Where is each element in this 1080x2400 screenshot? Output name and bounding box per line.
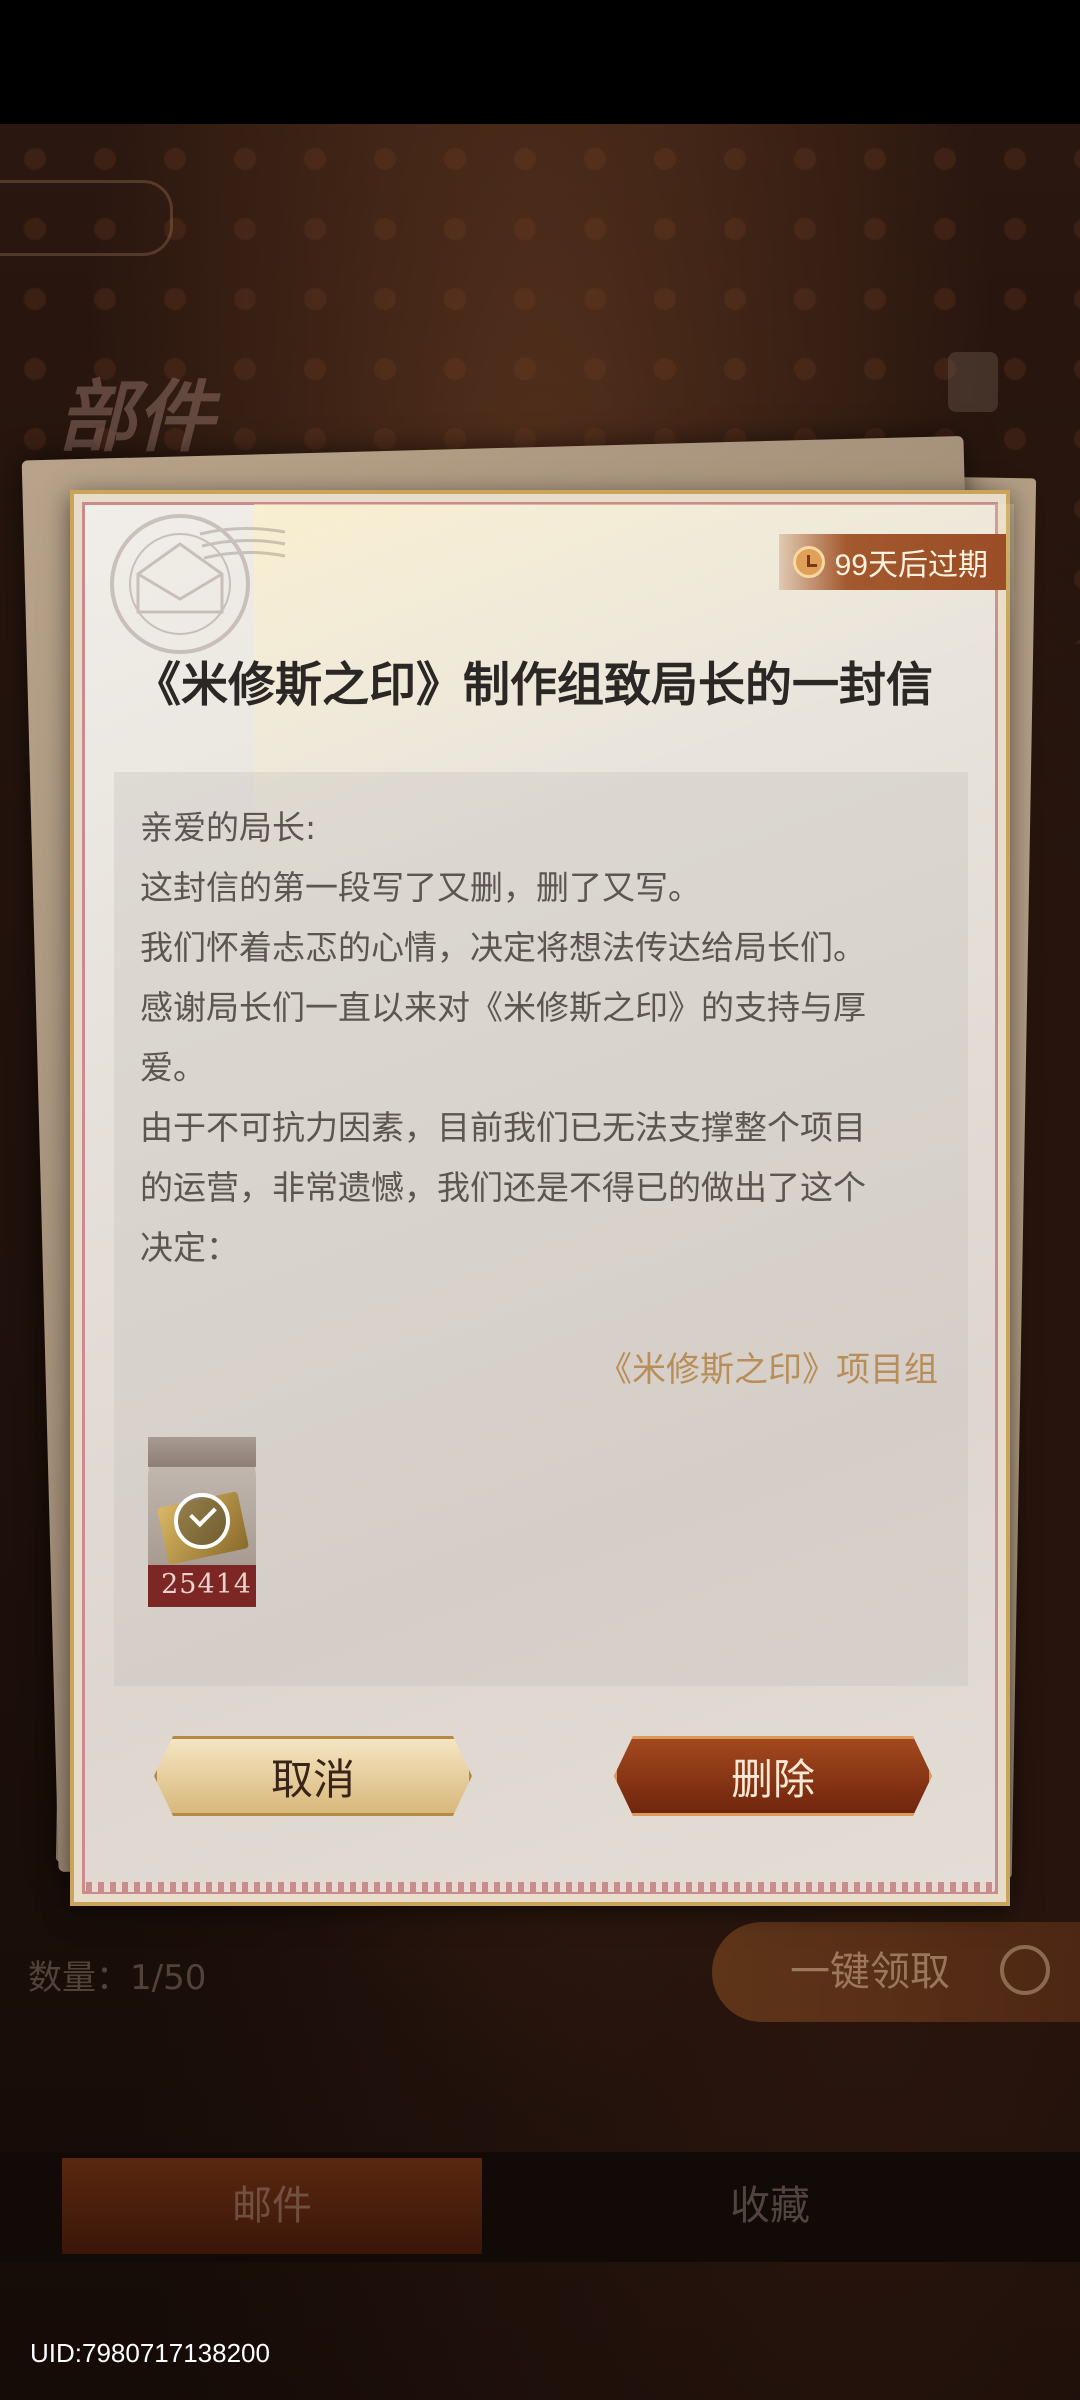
clock-icon: [792, 546, 825, 578]
background-page-title: 部件: [58, 372, 215, 463]
status-bar-area: [0, 0, 1080, 124]
check-icon: [174, 1493, 230, 1549]
body-line: 亲爱的局长:: [140, 808, 317, 847]
body-line: 的运营，非常遗憾，我们还是不得已的做出了这个: [140, 1168, 866, 1207]
postmark-stamp-icon: [110, 514, 286, 654]
mail-signature: 《米修斯之印》项目组: [598, 1350, 938, 1390]
back-button[interactable]: [0, 180, 173, 256]
body-line: 由于不可抗力因素，目前我们已无法支撑整个项目: [140, 1108, 866, 1147]
attachment-frame-top: [148, 1437, 256, 1467]
trash-icon[interactable]: [948, 352, 998, 412]
attachment-count: 25414: [161, 1569, 252, 1600]
delete-button[interactable]: 删除: [614, 1736, 932, 1816]
mail-title: 《米修斯之印》制作组致局长的一封信: [134, 658, 933, 713]
cancel-button[interactable]: 取消: [154, 1736, 472, 1816]
mail-body: 亲爱的局长: 这封信的第一段写了又删，删了又写。 我们怀着忐忑的心情，决定将想法…: [140, 798, 950, 1278]
body-line: 这封信的第一段写了又删，删了又写。: [140, 868, 701, 907]
body-line: 感谢局长们一直以来对《米修斯之印》的支持与厚: [140, 988, 866, 1027]
tab-mail[interactable]: 邮件: [62, 2158, 482, 2254]
gear-icon: [1000, 1945, 1050, 1995]
dialog-trim: [86, 1882, 994, 1892]
attachment-item[interactable]: 25414: [148, 1437, 256, 1607]
body-line: 决定：: [140, 1228, 239, 1267]
user-id: UID:7980717138200: [30, 2338, 270, 2368]
expire-badge: 99天后过期: [778, 534, 1006, 590]
mail-content[interactable]: 亲爱的局长: 这封信的第一段写了又删，删了又写。 我们怀着忐忑的心情，决定将想法…: [114, 772, 968, 1686]
mail-count: 数量：1/50: [28, 1958, 207, 1998]
expire-label: 99天后过期: [834, 549, 988, 582]
body-line: 我们怀着忐忑的心情，决定将想法传达给局长们。: [140, 928, 866, 967]
body-line: 爱。: [140, 1048, 206, 1087]
mail-dialog: 99天后过期 《米修斯之印》制作组致局长的一封信 亲爱的局长: 这封信的第一段写…: [70, 490, 1014, 1906]
tab-favorites[interactable]: 收藏: [560, 2158, 980, 2254]
